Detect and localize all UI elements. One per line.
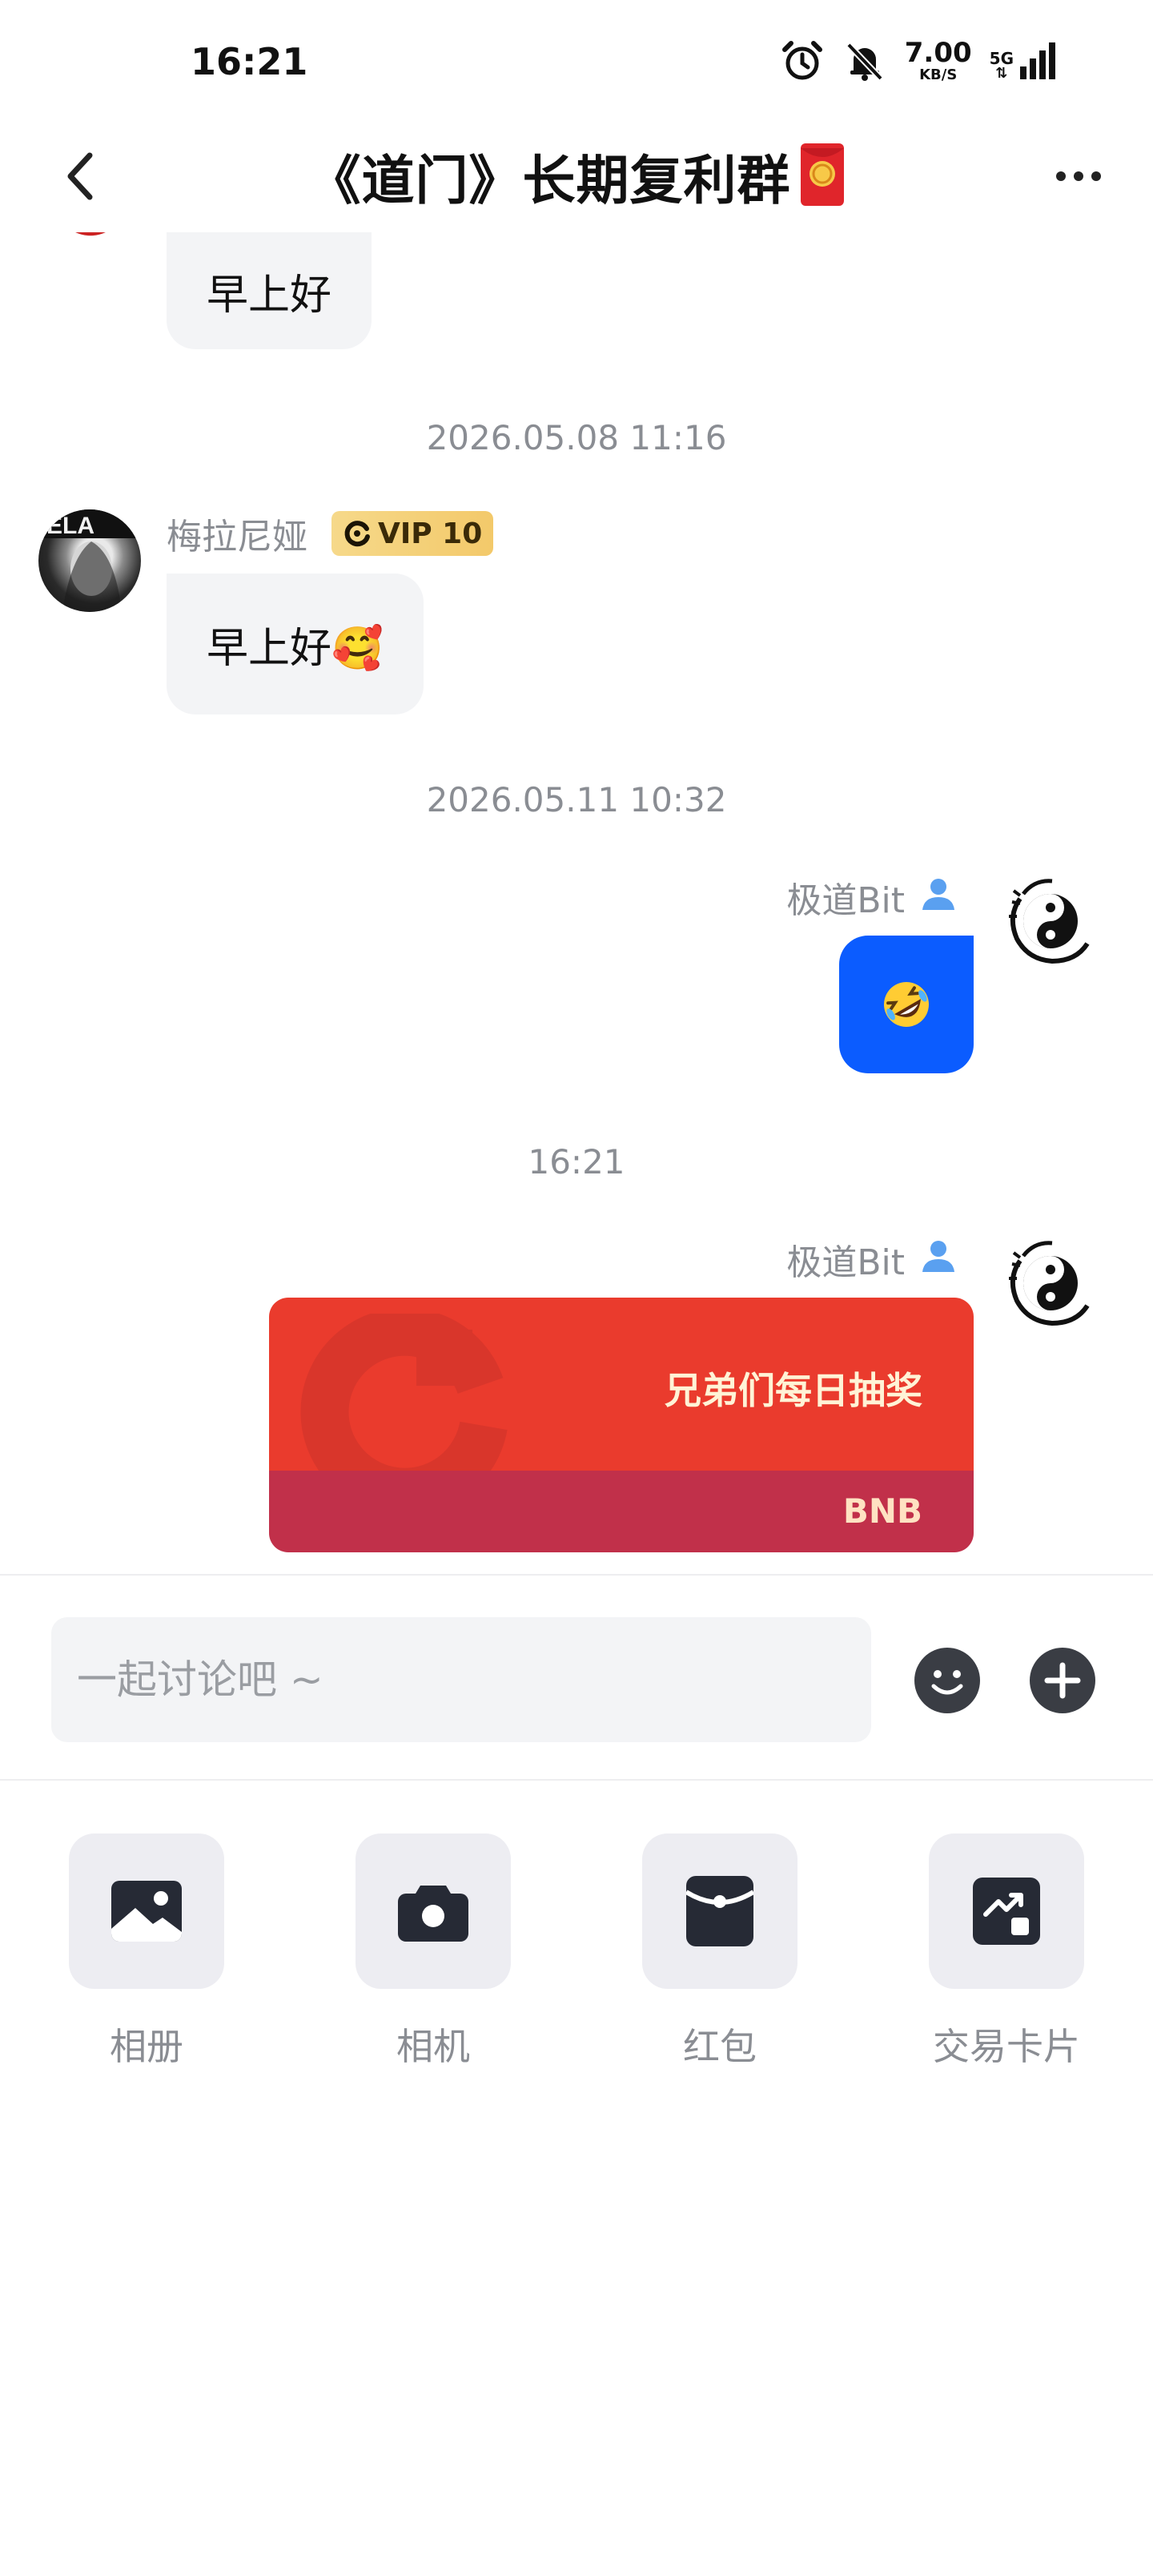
more-dots-icon (1056, 171, 1066, 181)
rofl-emoji (884, 982, 929, 1027)
chat-message-list[interactable]: 早上好 2026.05.08 11:16 ELA 梅拉尼娅 VIP 10 早上好… (0, 232, 1153, 1574)
network-type: 5G (989, 49, 1014, 68)
red-envelope-emoji (799, 142, 846, 211)
sender-name: 梅拉尼娅 (167, 517, 307, 557)
tool-label: 交易卡片 (933, 2025, 1080, 2068)
mute-icon (842, 38, 887, 83)
tool-album[interactable]: 相册 (69, 1833, 224, 2071)
message-text: 早上好🥰 (207, 624, 384, 673)
watermark-logo-icon (300, 1314, 508, 1471)
avatar[interactable]: ELA (38, 509, 141, 612)
red-packet-title: 兄弟们每日抽奖 (665, 1369, 922, 1412)
plus-icon (1044, 1662, 1081, 1699)
net-speed: 7.00 KB/S (905, 39, 972, 83)
tool-label: 红包 (683, 2025, 757, 2068)
status-icons: 7.00 KB/S 5G ⇅ (780, 38, 1059, 83)
add-button[interactable] (1030, 1648, 1095, 1713)
message-input-box[interactable] (51, 1617, 871, 1742)
tool-camera[interactable]: 相机 (356, 1833, 511, 2071)
status-bar: 16:21 7.00 KB/S 5G ⇅ (0, 0, 1153, 120)
smiley-icon (931, 1670, 963, 1695)
page-title-group: 《道门》长期复利群 (0, 138, 1153, 215)
svg-text:ELA: ELA (46, 513, 94, 539)
tool-icon-box[interactable] (69, 1833, 224, 1989)
avatar[interactable] (62, 232, 119, 242)
message-input[interactable] (77, 1656, 871, 1703)
message-bubble[interactable]: 早上好🥰 (167, 574, 424, 714)
chat-header: 《道门》长期复利群 (0, 120, 1153, 232)
net-speed-value: 7.00 (904, 37, 972, 69)
message-bubble[interactable] (839, 936, 974, 1073)
page-title: 《道门》长期复利群 (307, 150, 791, 211)
tool-label: 相册 (110, 2025, 183, 2068)
tool-label: 相机 (396, 2025, 470, 2068)
photo-album-icon (111, 1881, 182, 1942)
message-text: 早上好 (207, 271, 332, 320)
message-bubble[interactable]: 早上好 (167, 232, 372, 349)
tool-trade-card[interactable]: 交易卡片 (929, 1833, 1084, 2071)
alarm-icon (780, 38, 825, 83)
tool-icon-box[interactable] (929, 1833, 1084, 1989)
red-packet-footer: BNB (269, 1471, 974, 1552)
tool-icon-box[interactable] (642, 1833, 797, 1989)
status-time: 16:21 (191, 40, 308, 83)
red-packet-header: 兄弟们每日抽奖 (269, 1298, 974, 1471)
tool-icon-box[interactable] (356, 1833, 511, 1989)
emoji-button[interactable] (914, 1648, 980, 1713)
more-button[interactable] (1043, 152, 1115, 200)
sender-name: 极道Bit (786, 1242, 905, 1283)
vip-logo-icon (344, 521, 370, 547)
red-packet-icon (686, 1876, 753, 1946)
camera-icon (398, 1886, 468, 1942)
red-packet-card[interactable]: 兄弟们每日抽奖 BNB (269, 1298, 974, 1552)
net-speed-unit: KB/S (919, 66, 958, 83)
message-timestamp: 2026.05.11 10:32 (426, 780, 727, 819)
trade-card-icon (973, 1878, 1040, 1945)
avatar[interactable] (999, 1232, 1102, 1334)
admin-icon (922, 879, 954, 910)
sender-name: 极道Bit (786, 880, 905, 921)
red-packet-coin: BNB (842, 1491, 922, 1531)
vip-badge-label: VIP 10 (378, 517, 483, 550)
tool-red-packet[interactable]: 红包 (642, 1833, 797, 2071)
message-timestamp: 16:21 (528, 1142, 625, 1181)
avatar[interactable] (999, 870, 1102, 972)
input-bar (0, 1574, 1153, 1781)
admin-icon (922, 1241, 954, 1272)
signal-icon: 5G ⇅ (990, 41, 1059, 81)
attachment-panel: 相册 相机 红包 交易卡片 (0, 1781, 1153, 2576)
message-timestamp: 2026.05.08 11:16 (426, 418, 727, 457)
vip-badge: VIP 10 (331, 511, 494, 556)
